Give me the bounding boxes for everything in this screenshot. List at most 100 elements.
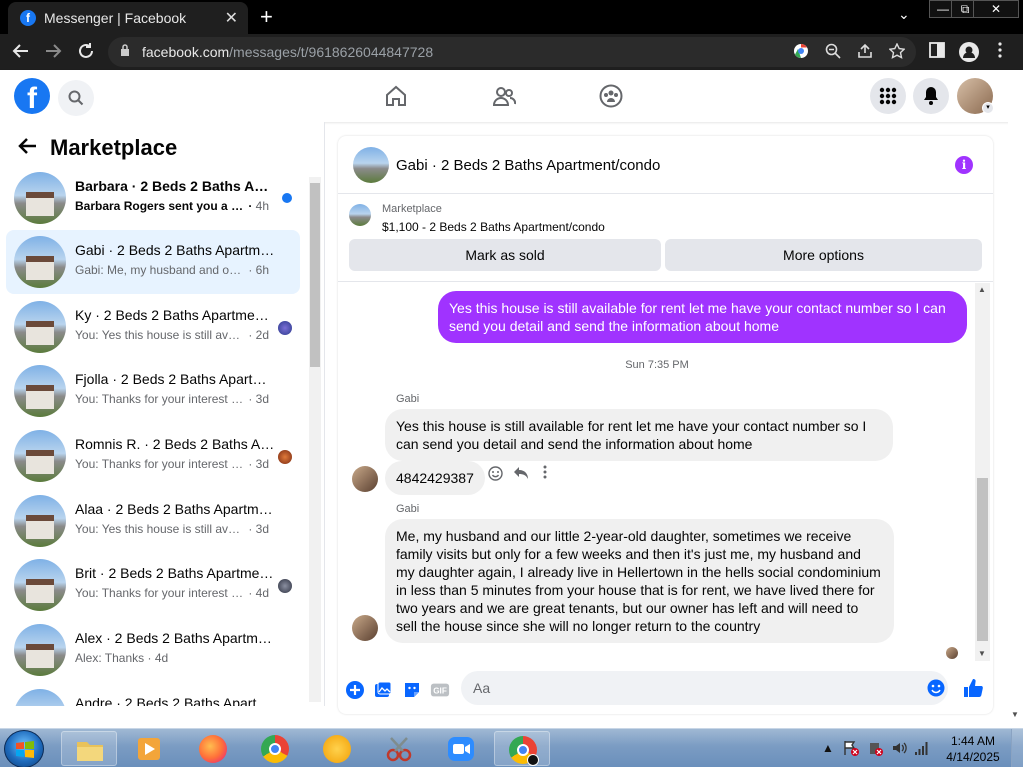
tray-expand-icon[interactable]: ▲ [822,741,834,755]
chrome-center [517,744,529,756]
incoming-message[interactable]: Me, my husband and our little 2-year-old… [385,519,894,643]
sticker-icon[interactable] [402,680,422,700]
address-bar[interactable]: facebook.com/messages/t/9618626044847728 [108,37,916,67]
conversation-item[interactable]: Ky · 2 Beds 2 Baths Apartment/condo You:… [6,295,300,359]
home-icon[interactable] [384,84,408,108]
conversation-item[interactable]: Romnis R. · 2 Beds 2 Baths Apartment/con… [6,424,300,488]
scroll-up-arrow-icon[interactable]: ▲ [978,285,986,294]
media-player-icon [138,738,160,760]
back-icon[interactable] [12,42,30,65]
search-button[interactable] [58,80,94,116]
conversation-name: Ky · 2 Beds 2 Baths Apartment/condo [75,307,275,323]
incoming-message[interactable]: 4842429387 [385,461,485,495]
groups-icon[interactable] [599,84,623,108]
show-desktop-button[interactable] [1011,729,1023,767]
more-actions-icon[interactable] [543,465,547,483]
menu-button[interactable] [870,78,906,114]
tab-close-icon[interactable]: ✕ [225,8,238,28]
browser-toolbar: facebook.com/messages/t/9618626044847728 [0,34,1023,70]
scroll-down-arrow-icon[interactable]: ▼ [978,649,986,658]
listing-avatar [14,301,66,353]
seen-receipt-avatar [946,647,958,659]
page-scroll-down-arrow-icon[interactable]: ▼ [1011,710,1019,719]
bookmark-star-icon[interactable] [888,42,906,63]
conversation-item[interactable]: Brit · 2 Beds 2 Baths Apartment/condo Yo… [6,553,300,617]
listing-category: Marketplace [382,203,442,215]
conversation-item[interactable]: Andre · 2 Beds 2 Baths Apartment/condo [6,683,300,706]
facebook-favicon-icon: f [20,10,36,26]
clock-date: 4/14/2025 [946,750,1000,764]
page-scrollbar[interactable]: ▼ [1008,70,1023,728]
listing-avatar [14,495,66,547]
conversation-item-active[interactable]: Gabi · 2 Beds 2 Baths Apartment/condo Ga… [6,230,300,294]
new-tab-button[interactable]: + [260,4,273,30]
tab-search-chevron-icon[interactable]: ⌄ [898,6,910,23]
power-warning-icon[interactable] [867,740,883,756]
zoom-icon[interactable] [825,43,841,63]
taskbar-snipping-tool[interactable] [371,731,427,766]
listing-price[interactable]: $1,100 - 2 Beds 2 Baths Apartment/condo [382,220,605,234]
conversation-item[interactable]: Fjolla · 2 Beds 2 Baths Apartment/condo … [6,359,300,423]
sender-avatar[interactable] [352,466,378,492]
taskbar-vpn-app[interactable] [309,731,365,766]
facebook-header: f ▾ [0,70,1023,122]
more-options-button[interactable]: More options [665,239,982,271]
photo-icon[interactable] [373,680,393,700]
react-emoji-icon[interactable] [488,466,503,485]
listing-thumbnail[interactable] [349,204,371,226]
conversation-preview: Gabi: Me, my husband and our little 2-ye… [75,263,270,277]
chat-scroll-thumb[interactable] [977,478,988,641]
account-chevron-down-icon[interactable]: ▾ [982,102,994,114]
conversation-name: Brit · 2 Beds 2 Baths Apartment/condo [75,565,275,581]
facebook-logo-icon[interactable]: f [14,78,50,115]
volume-icon[interactable] [891,740,907,756]
sidebar-scroll-thumb[interactable] [310,183,320,367]
taskbar-firefox[interactable] [185,731,241,766]
sender-avatar[interactable] [352,615,378,641]
message-input[interactable]: Aa [461,671,948,705]
message-composer: GIF Aa [338,666,993,714]
conversation-item[interactable]: Alaa · 2 Beds 2 Baths Apartment/condo Yo… [6,489,300,553]
mark-as-sold-button[interactable]: Mark as sold [349,239,661,271]
gif-icon[interactable]: GIF [430,680,450,700]
profile-icon[interactable] [959,42,979,67]
lock-icon[interactable] [120,44,130,56]
taskbar-zoom[interactable] [433,731,489,766]
browser-tab[interactable]: f Messenger | Facebook ✕ [8,2,248,34]
side-panel-icon[interactable] [929,42,945,63]
reply-icon[interactable] [513,466,529,484]
chat-title[interactable]: Gabi · 2 Beds 2 Baths Apartment/condo [396,157,660,174]
conversation-item[interactable]: Alex · 2 Beds 2 Baths Apartment/condo Al… [6,618,300,682]
conversation-item[interactable]: Barbara · 2 Beds 2 Baths Apartment/condo… [6,166,300,230]
sidebar-scrollbar[interactable] [309,177,321,702]
taskbar-chrome-profile-active[interactable] [494,731,550,766]
clock-time: 1:44 AM [950,734,996,748]
taskbar-file-explorer[interactable] [61,731,117,766]
back-arrow-icon[interactable] [18,136,38,162]
emoji-icon[interactable] [927,679,945,697]
google-lens-icon[interactable] [793,43,809,63]
share-icon[interactable] [857,43,873,63]
forward-icon[interactable] [44,42,62,65]
system-clock[interactable]: 1:44 AM 4/14/2025 [940,733,1006,765]
taskbar-media-player[interactable] [121,731,177,766]
chat-avatar[interactable] [353,147,389,183]
chat-scrollbar[interactable]: ▲ ▼ [975,283,990,661]
network-signal-icon[interactable] [914,740,930,756]
taskbar-chrome[interactable] [247,731,303,766]
notifications-button[interactable] [913,78,949,114]
lock-shield-icon [323,735,351,763]
folder-icon [77,742,103,761]
add-plus-icon[interactable] [345,680,365,700]
start-button[interactable] [4,730,44,767]
quoted-message[interactable]: Yes this house is still available for re… [385,409,893,461]
thumbs-up-icon[interactable] [962,677,984,699]
chrome-menu-icon[interactable] [997,42,1003,63]
conversation-preview: You: Thanks for your interest in the... … [75,392,270,406]
outgoing-message[interactable]: Yes this house is still available for re… [438,291,967,343]
window-close-button[interactable]: ✕ [973,0,1019,18]
action-center-flag-icon[interactable] [843,740,859,756]
friends-icon[interactable] [492,84,516,108]
info-icon[interactable]: i [955,156,973,174]
reload-icon[interactable] [77,42,95,65]
